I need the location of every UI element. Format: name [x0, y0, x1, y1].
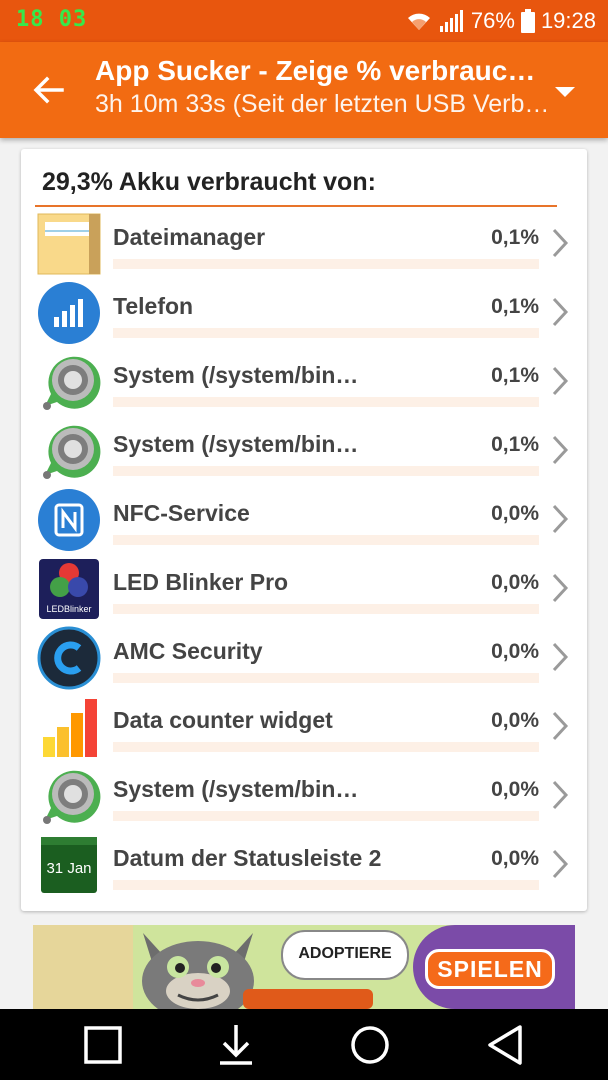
- nfc-icon: [37, 488, 101, 552]
- usage-percent: 0,0%: [491, 571, 539, 594]
- chevron-right-icon: [551, 641, 569, 673]
- recents-square-icon[interactable]: [79, 1021, 127, 1069]
- chevron-right-icon: [551, 434, 569, 466]
- chevron-right-icon: [551, 572, 569, 604]
- usage-percent: 0,0%: [491, 502, 539, 525]
- usage-percent: 0,1%: [491, 433, 539, 456]
- list-item[interactable]: Dateimanager 0,1%: [21, 210, 587, 279]
- back-triangle-icon[interactable]: [480, 1021, 528, 1069]
- usage-bar: [113, 397, 539, 407]
- ad-speech-bubble: ADOPTIERE: [281, 930, 409, 980]
- app-bar: App Sucker - Zeige % verbrauchter Akku 3…: [0, 42, 608, 138]
- app-name: Datum der Statusleiste 2: [113, 845, 382, 871]
- usage-bar: [113, 259, 539, 269]
- list-item[interactable]: NFC-Service 0,0%: [21, 486, 587, 555]
- list-item[interactable]: 31 Jan Datum der Statusleiste 2 0,0%: [21, 831, 587, 900]
- app-name: System (/system/bin…: [113, 776, 359, 802]
- app-name: System (/system/bin…: [113, 362, 359, 388]
- usage-bar: [113, 880, 539, 890]
- status-bar: 18 03 76% 19:28: [0, 0, 608, 42]
- chevron-right-icon: [551, 227, 569, 259]
- app-name: System (/system/bin…: [113, 431, 359, 457]
- list-item[interactable]: System (/system/bin… 0,1%: [21, 348, 587, 417]
- usage-bar: [113, 811, 539, 821]
- app-name: LED Blinker Pro: [113, 569, 289, 595]
- status-counter: 18 03: [16, 7, 88, 32]
- page-title: App Sucker - Zeige % verbrauchter Akku: [95, 55, 550, 86]
- data-counter-icon: [37, 695, 101, 759]
- list-item[interactable]: AMC Security 0,0%: [21, 624, 587, 693]
- signal-icon: [439, 10, 465, 32]
- usage-bar: [113, 328, 539, 338]
- page-subtitle: 3h 10m 33s (Seit der letzten USB Verbind…: [95, 90, 550, 118]
- home-circle-icon[interactable]: [346, 1021, 394, 1069]
- usage-percent: 0,1%: [491, 364, 539, 387]
- app-name: Data counter widget: [113, 707, 333, 733]
- system-icon: [37, 419, 101, 483]
- header-divider: [35, 205, 557, 207]
- battery-percent: 76%: [470, 8, 515, 33]
- app-name: Telefon: [113, 293, 194, 319]
- chevron-right-icon: [551, 779, 569, 811]
- chevron-right-icon: [551, 296, 569, 328]
- app-name: AMC Security: [113, 638, 263, 664]
- chevron-right-icon: [551, 503, 569, 535]
- system-icon: [37, 764, 101, 828]
- app-bar-titles[interactable]: App Sucker - Zeige % verbrauchter Akku 3…: [95, 55, 550, 121]
- list-item[interactable]: Data counter widget 0,0%: [21, 693, 587, 762]
- list-item[interactable]: Telefon 0,1%: [21, 279, 587, 348]
- usage-bar: [113, 466, 539, 476]
- usage-percent: 0,1%: [491, 226, 539, 249]
- ad-decoration: [243, 989, 373, 1009]
- phone-signal-icon: [37, 281, 101, 345]
- wifi-icon: [405, 10, 433, 32]
- status-right: 76% 19:28: [405, 8, 596, 34]
- list-item[interactable]: LEDBlinker LED Blinker Pro 0,0%: [21, 555, 587, 624]
- battery-icon: [520, 9, 535, 33]
- navigation-bar: [0, 1009, 608, 1080]
- led-blinker-icon: LEDBlinker: [37, 557, 101, 621]
- chevron-right-icon: [551, 365, 569, 397]
- back-arrow-icon[interactable]: [28, 70, 68, 110]
- usage-percent: 0,0%: [491, 778, 539, 801]
- system-icon: [37, 350, 101, 414]
- usage-bar: [113, 535, 539, 545]
- usage-bar: [113, 673, 539, 683]
- usage-percent: 0,0%: [491, 709, 539, 732]
- usage-percent: 0,0%: [491, 847, 539, 870]
- download-icon[interactable]: [212, 1021, 260, 1069]
- clock: 19:28: [540, 8, 596, 33]
- usage-bar: [113, 604, 539, 614]
- usage-bar: [113, 742, 539, 752]
- list-item[interactable]: System (/system/bin… 0,0%: [21, 762, 587, 831]
- usage-percent: 0,1%: [491, 295, 539, 318]
- svg-text:31 Jan: 31 Jan: [46, 860, 91, 877]
- dropdown-arrow-icon[interactable]: [553, 85, 577, 99]
- ad-banner[interactable]: ADOPTIERE SPIELEN: [33, 925, 575, 1009]
- amc-security-icon: [37, 626, 101, 690]
- ad-play-button[interactable]: SPIELEN: [425, 949, 555, 989]
- app-name: NFC-Service: [113, 500, 250, 526]
- chevron-right-icon: [551, 710, 569, 742]
- svg-text:LEDBlinker: LEDBlinker: [46, 604, 91, 614]
- usage-percent: 0,0%: [491, 640, 539, 663]
- list-item[interactable]: System (/system/bin… 0,1%: [21, 417, 587, 486]
- battery-usage-card: 29,3% Akku verbraucht von: Dateimanager …: [21, 149, 587, 911]
- chevron-right-icon: [551, 848, 569, 880]
- folder-icon: [37, 212, 101, 276]
- ad-background: [33, 925, 133, 1009]
- card-header: 29,3% Akku verbraucht von:: [42, 168, 376, 196]
- calendar-icon: 31 Jan: [37, 833, 101, 897]
- app-name: Dateimanager: [113, 224, 266, 250]
